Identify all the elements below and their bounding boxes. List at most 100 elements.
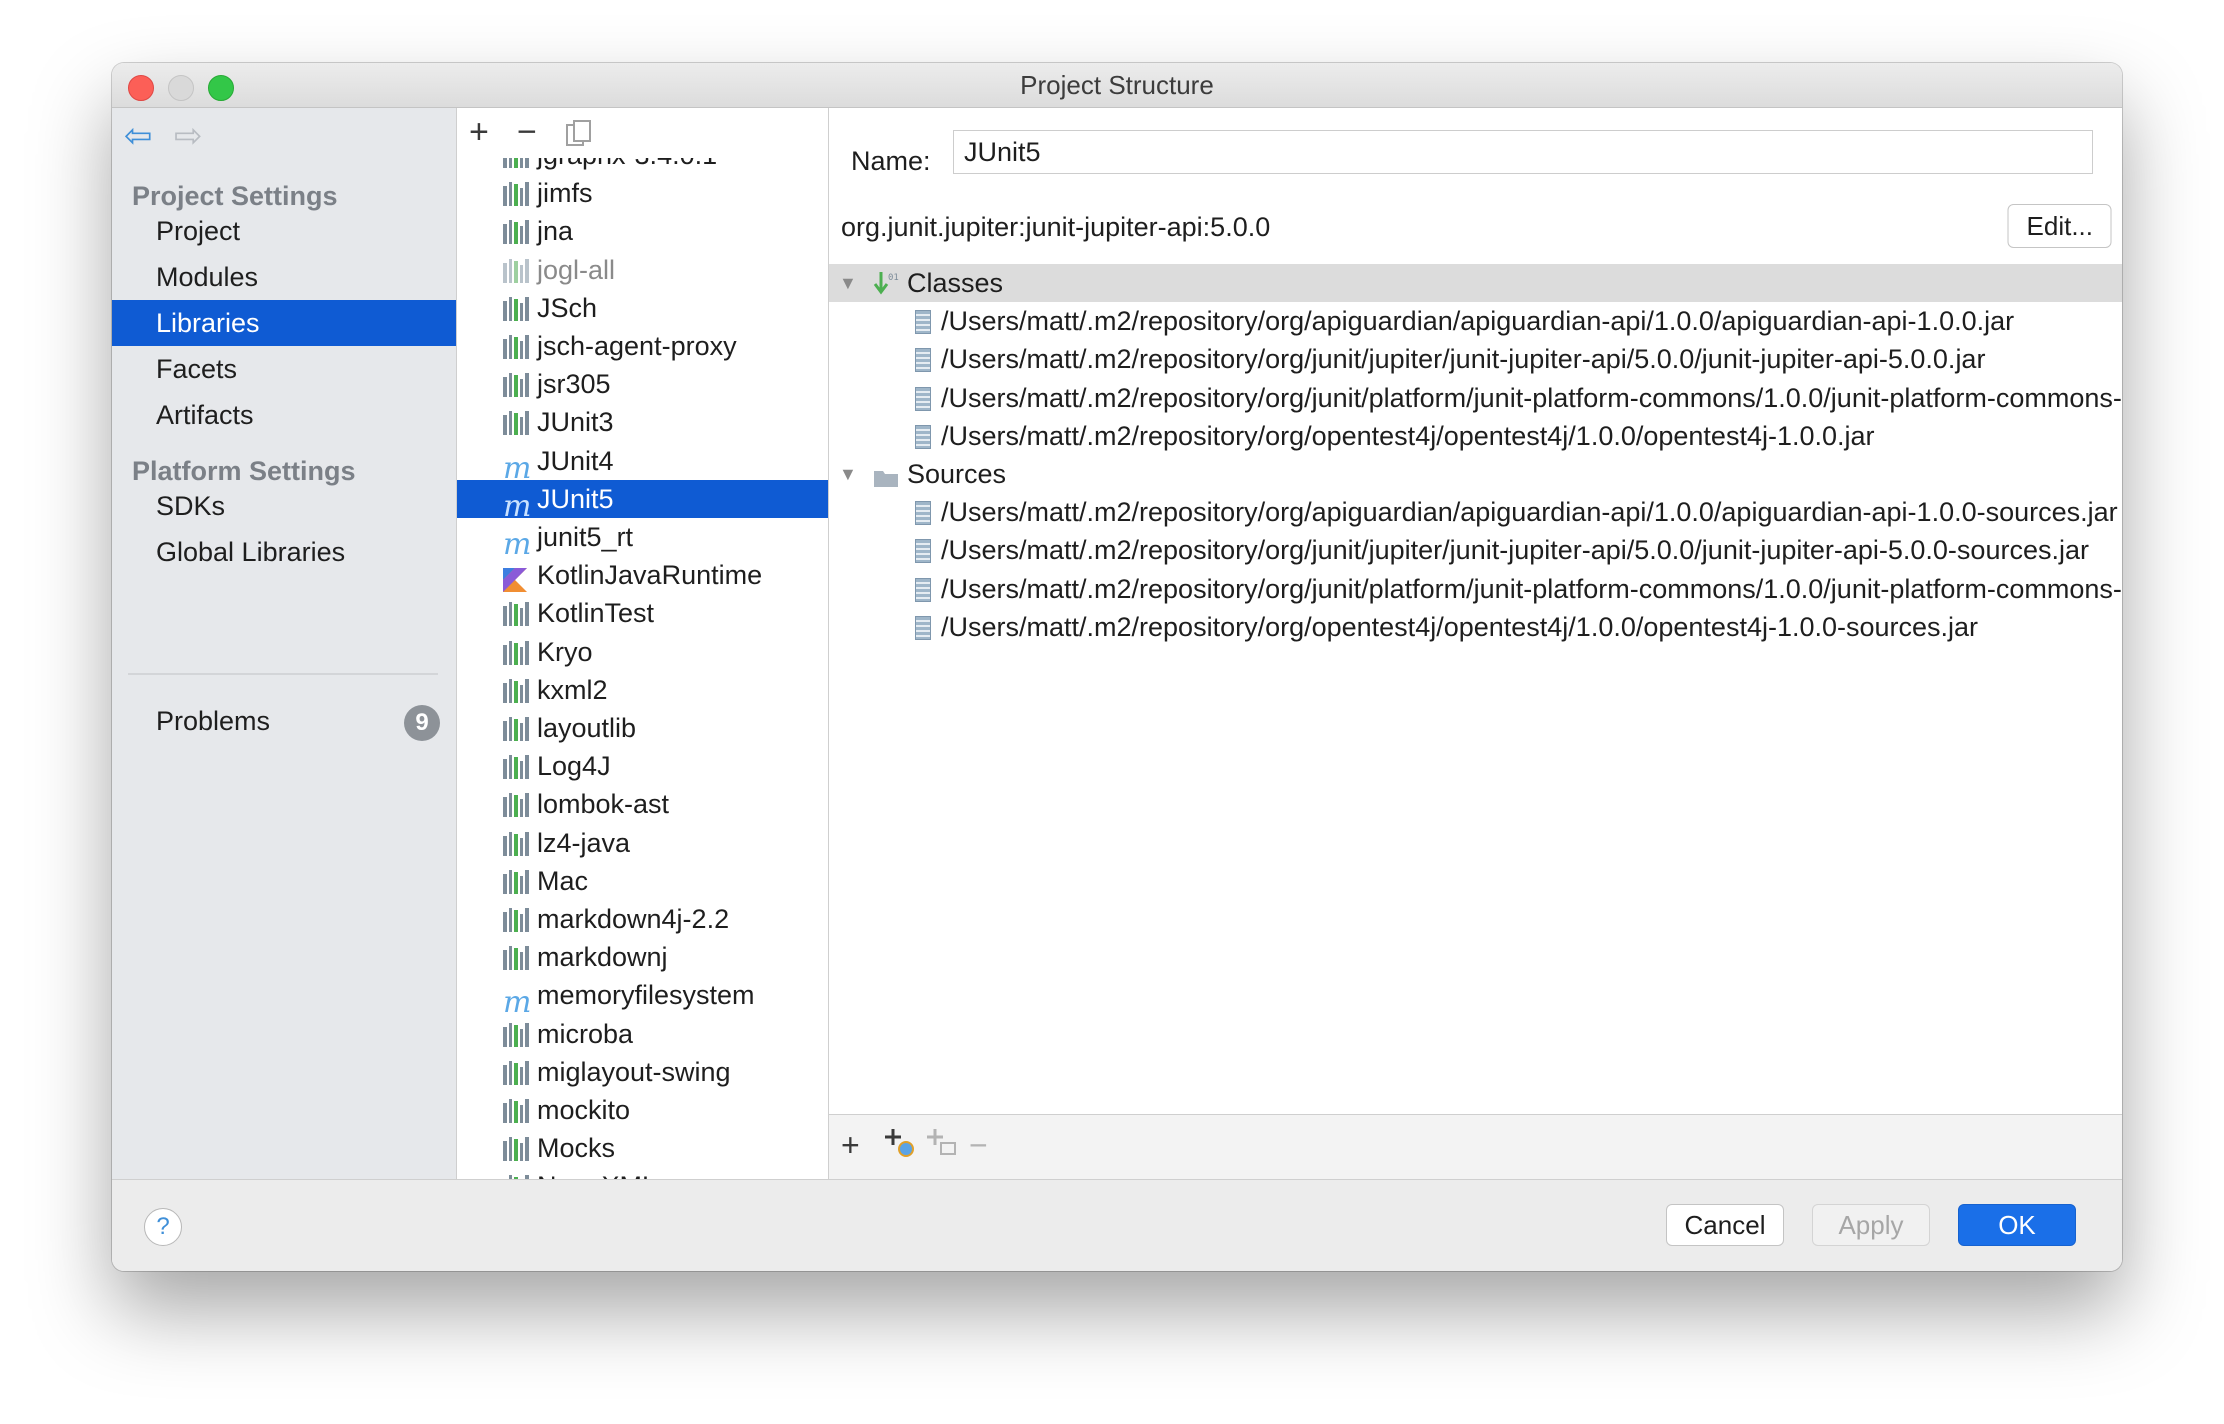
library-list-item[interactable]: m JUnit5 <box>457 479 828 524</box>
cancel-button[interactable]: Cancel <box>1666 1204 1784 1246</box>
library-list-item-label: Mocks <box>537 1133 616 1164</box>
library-list-item[interactable]: KotlinTest <box>457 594 828 632</box>
jar-path-label: /Users/matt/.m2/repository/org/apiguardi… <box>941 497 2118 528</box>
library-list-item[interactable]: m junit5_rt <box>457 518 828 560</box>
arrow-right-icon[interactable]: ⇨ <box>174 118 208 154</box>
library-list-item[interactable]: m JUnit4 <box>457 442 828 484</box>
problems-count-badge: 9 <box>404 705 440 741</box>
jar-file-icon <box>915 310 931 335</box>
edit-button[interactable]: Edit... <box>2007 204 2112 248</box>
library-list-item-label: JUnit5 <box>537 483 614 514</box>
jar-path-row[interactable]: /Users/matt/.m2/repository/org/junit/jup… <box>829 531 2122 569</box>
window-title: Project Structure <box>1020 70 1214 100</box>
sidebar-item-libraries[interactable]: Libraries <box>112 300 456 346</box>
library-list-item-label: JUnit3 <box>537 407 614 438</box>
ok-button[interactable]: OK <box>1958 1204 2076 1246</box>
library-bars-icon <box>503 946 529 971</box>
library-list-item[interactable]: miglayout-swing <box>457 1053 828 1091</box>
arrow-left-icon[interactable]: ⇦ <box>124 118 158 154</box>
library-list-item[interactable]: jna <box>457 212 828 250</box>
library-bars-icon <box>503 158 529 168</box>
sidebar: ⇦ ⇨ Project Settings Project Modules Lib… <box>112 108 457 1179</box>
jar-path-row[interactable]: /Users/matt/.m2/repository/org/opentest4… <box>829 608 2122 646</box>
jar-path-row[interactable]: /Users/matt/.m2/repository/org/apiguardi… <box>829 493 2122 531</box>
library-list-item-label: KotlinTest <box>537 598 655 629</box>
library-list-item[interactable]: jimfs <box>457 174 828 212</box>
library-list-item-label: lombok-ast <box>537 789 670 820</box>
jar-path-row[interactable]: /Users/matt/.m2/repository/org/junit/jup… <box>829 340 2122 378</box>
maven-coordinates: org.junit.jupiter:junit-jupiter-api:5.0.… <box>841 212 1271 242</box>
library-list-item-label: layoutlib <box>537 713 637 743</box>
library-bars-icon <box>503 373 529 398</box>
library-list-item[interactable]: kxml2 <box>457 671 828 709</box>
library-list-item[interactable]: KotlinJavaRuntime <box>457 556 828 594</box>
library-bars-icon <box>503 296 529 321</box>
library-bars-icon <box>503 258 529 283</box>
copy-icon[interactable] <box>565 118 593 158</box>
maven-m-icon: m <box>503 488 532 524</box>
library-list-item[interactable]: m memoryfilesystem <box>457 976 828 1018</box>
collapse-caret-icon[interactable]: ▼ <box>839 455 857 493</box>
library-list-item[interactable]: JSch <box>457 289 828 327</box>
library-list-item-label: microba <box>537 1018 634 1049</box>
library-bars-icon <box>503 602 529 627</box>
library-list-item-label: Log4J <box>537 751 611 782</box>
library-list-item[interactable]: jsr305 <box>457 365 828 403</box>
jar-path-row[interactable]: /Users/matt/.m2/repository/org/junit/pla… <box>829 570 2122 608</box>
svg-text:01: 01 <box>888 273 899 283</box>
sidebar-item-sdks[interactable]: SDKs <box>112 483 456 529</box>
jar-path-row[interactable]: /Users/matt/.m2/repository/org/apiguardi… <box>829 302 2122 340</box>
jar-path-row[interactable]: /Users/matt/.m2/repository/org/junit/pla… <box>829 379 2122 417</box>
library-list-item[interactable]: NanoXML <box>457 1167 828 1179</box>
sidebar-item-modules[interactable]: Modules <box>112 254 456 300</box>
kotlin-icon <box>503 564 529 593</box>
apply-button[interactable]: Apply <box>1812 1204 1930 1246</box>
library-list-item-label: jna <box>537 216 574 247</box>
jar-file-icon <box>915 424 931 449</box>
help-button[interactable]: ? <box>144 1208 182 1246</box>
library-list-item[interactable]: Log4J <box>457 747 828 785</box>
library-detail-panel: Name: org.junit.jupiter:junit-jupiter-ap… <box>829 108 2122 1180</box>
library-list-item-label: markdown4j-2.2 <box>537 904 730 934</box>
library-list-item-label: kxml2 <box>537 674 608 705</box>
sources-node[interactable]: ▼ Sources <box>829 455 2122 493</box>
add-globe-icon[interactable] <box>881 1125 915 1168</box>
library-name-input[interactable] <box>953 130 2093 174</box>
library-list-item-label: Mac <box>537 865 589 896</box>
remove-root-button[interactable]: − <box>969 1125 988 1165</box>
library-list-item[interactable]: markdown4j-2.2 <box>457 900 828 938</box>
library-list-item[interactable]: microba <box>457 1015 828 1053</box>
library-list-item[interactable]: jgraphx-3.4.0.1 <box>457 158 828 174</box>
library-list-item-label: JSch <box>537 292 598 323</box>
library-list-item[interactable]: jogl-all <box>457 251 828 289</box>
sources-label: Sources <box>907 459 1007 489</box>
classes-node[interactable]: ▼ 01 Classes <box>829 264 2122 302</box>
add-root-button[interactable]: + <box>841 1125 860 1165</box>
sidebar-item-project[interactable]: Project <box>112 208 456 254</box>
library-bars-icon <box>503 220 529 245</box>
sidebar-item-global-libraries[interactable]: Global Libraries <box>112 529 456 575</box>
library-bars-icon <box>503 1137 529 1162</box>
library-roots-tree: ▼ 01 Classes/Users/matt/.m2/repository/org… <box>829 264 2122 1114</box>
collapse-caret-icon[interactable]: ▼ <box>839 264 857 302</box>
library-list-item-label: JUnit4 <box>537 445 614 476</box>
sidebar-item-facets[interactable]: Facets <box>112 346 456 392</box>
library-list-item[interactable]: JUnit3 <box>457 403 828 441</box>
jar-file-icon <box>915 501 931 526</box>
sidebar-item-problems[interactable]: Problems 9 <box>112 698 456 744</box>
remove-library-button[interactable]: − <box>517 112 537 152</box>
library-list-item[interactable]: markdownj <box>457 938 828 976</box>
sidebar-item-artifacts[interactable]: Artifacts <box>112 392 456 438</box>
add-library-button[interactable]: + <box>469 112 489 152</box>
library-list-item[interactable]: mockito <box>457 1091 828 1129</box>
library-list-item[interactable]: Kryo <box>457 633 828 671</box>
jar-path-row[interactable]: /Users/matt/.m2/repository/org/opentest4… <box>829 417 2122 455</box>
library-list-item[interactable]: jsch-agent-proxy <box>457 327 828 365</box>
add-folder-icon[interactable] <box>925 1125 959 1168</box>
library-list-item[interactable]: lz4-java <box>457 824 828 862</box>
library-bars-icon <box>503 793 529 818</box>
library-list-item[interactable]: Mac <box>457 862 828 900</box>
library-list-item[interactable]: Mocks <box>457 1129 828 1167</box>
library-list-item[interactable]: lombok-ast <box>457 785 828 823</box>
library-list-item[interactable]: layoutlib <box>457 709 828 747</box>
